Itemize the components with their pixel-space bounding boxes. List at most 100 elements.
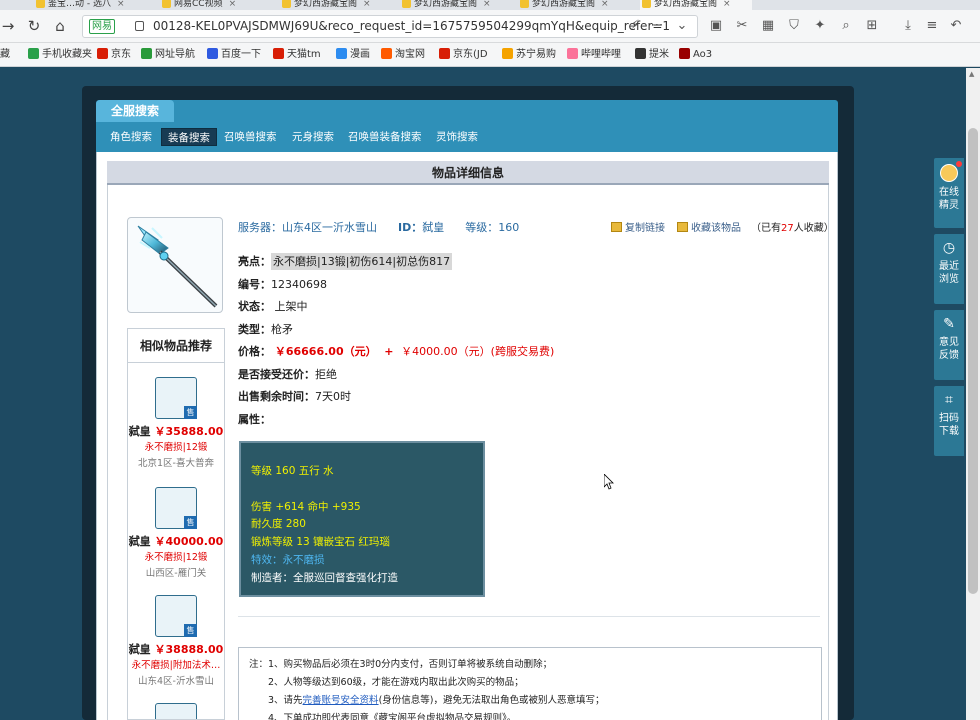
home-icon[interactable]: ⌂ xyxy=(50,16,70,36)
assistant-avatar-icon xyxy=(940,161,962,182)
browser-tab[interactable]: 梦幻西游藏宝阁 × xyxy=(400,0,512,10)
tab-close-icon[interactable]: × xyxy=(483,0,491,9)
bookmark-item[interactable]: 哔哩哔哩 xyxy=(567,47,621,63)
copy-link-button[interactable]: 复制链接 xyxy=(611,222,665,235)
bookmark-icon xyxy=(567,48,578,59)
tab-summon-search[interactable]: 召唤兽搜索 xyxy=(218,128,283,146)
server-label: 服务器： xyxy=(238,221,282,234)
tab-close-icon[interactable]: × xyxy=(601,0,609,9)
level-label: 等级： xyxy=(465,221,499,234)
search-header: 全服搜索 角色搜索 装备搜索 召唤兽搜索 元身搜索 召唤兽装备搜索 灵饰搜索 xyxy=(96,100,838,152)
spear-icon[interactable]: 售 xyxy=(155,377,197,419)
spear-icon[interactable] xyxy=(155,703,197,719)
similar-item[interactable]: 售 弑皇 ￥38888.00 永不磨损|附加法术… 山东4区-沂水雪山 xyxy=(128,587,224,687)
similar-item[interactable]: 售 弑皇 ￥35888.00 永不磨损|12锻 北京1区-喜大普奔 xyxy=(128,371,224,471)
collect-button[interactable]: 收藏该物品 xyxy=(677,222,741,235)
spear-icon[interactable]: 售 xyxy=(155,595,197,637)
shield-icon[interactable]: ⛉ xyxy=(784,16,804,36)
tab-close-icon[interactable]: × xyxy=(117,0,125,9)
similar-item-server: 山西区-雁门关 xyxy=(145,568,207,579)
status-value: 上架中 xyxy=(274,300,308,313)
tab-lingshi-search[interactable]: 灵饰搜索 xyxy=(430,128,484,146)
bookmark-item[interactable]: 淘宝网 xyxy=(381,47,425,63)
similar-item-price: ￥40000.00 xyxy=(154,535,224,548)
address-bar[interactable]: 网易 00128-KEL0PVAJSDMWJ69U&reco_request_i… xyxy=(82,15,698,38)
tab-yuanshen-search[interactable]: 元身搜索 xyxy=(286,128,340,146)
search-icon[interactable]: ⌕ xyxy=(836,16,856,36)
download-icon[interactable]: ⤓ xyxy=(898,16,918,36)
more-dots-icon[interactable]: ⋯ xyxy=(647,16,667,36)
tab-equipment-search[interactable]: 装备搜索 xyxy=(161,128,217,146)
similar-item-server: 山东4区-沂水雪山 xyxy=(138,676,214,687)
highlight-row: 亮点： 永不磨损|13锻|初伤614|初总伤817 xyxy=(238,253,453,270)
bargain-value: 拒绝 xyxy=(315,368,337,381)
sold-badge: 售 xyxy=(184,516,197,529)
game-icon[interactable]: ✦ xyxy=(810,16,830,36)
similar-item-name: 弑皇 xyxy=(128,643,151,656)
chevron-down-icon[interactable]: ⌄ xyxy=(672,16,692,36)
edit-icon: ✎ xyxy=(943,316,955,332)
tab-favicon-icon xyxy=(162,0,171,8)
search-title-tab[interactable]: 全服搜索 xyxy=(96,100,174,122)
scissors-icon[interactable]: ✂ xyxy=(732,16,752,36)
reload-icon[interactable]: ↻ xyxy=(24,16,44,36)
bookmark-item[interactable]: Ao3 xyxy=(679,47,712,63)
bookmark-icon xyxy=(28,48,39,59)
status-row: 状态： 上架中 xyxy=(238,300,308,313)
site-badge: 网易 xyxy=(89,19,115,34)
bookmark-icon xyxy=(502,48,513,59)
account-security-link[interactable]: 完善账号安全资料 xyxy=(303,695,379,706)
bookmark-item[interactable]: 京东 xyxy=(97,47,131,63)
browser-tab[interactable]: 梦幻西游藏宝阁 × xyxy=(518,0,630,10)
bookmark-item[interactable]: 网址导航 xyxy=(141,47,195,63)
tab-close-icon[interactable]: × xyxy=(229,0,237,9)
browser-tab-active[interactable]: 梦幻西游藏宝阁 × xyxy=(640,0,752,10)
similar-items-panel: 相似物品推荐 售 弑皇 ￥35888.00 永不磨损|12锻 北京1区-喜大普奔… xyxy=(127,328,225,720)
back-arrow-icon[interactable]: → xyxy=(0,16,18,36)
similar-item[interactable] xyxy=(128,695,224,719)
vertical-scrollbar[interactable]: ▲ xyxy=(966,68,980,720)
bookmark-item[interactable]: 苏宁易购 xyxy=(502,47,556,63)
undo-icon[interactable]: ↶ xyxy=(946,16,966,36)
recent-browse-button[interactable]: ◷ 最近浏览 xyxy=(934,234,964,304)
extension-icon[interactable]: ▦ xyxy=(758,16,778,36)
menu-icon[interactable]: ≡ xyxy=(922,16,942,36)
bookmark-item[interactable]: 百度一下 xyxy=(207,47,261,63)
tab-role-search[interactable]: 角色搜索 xyxy=(104,128,158,146)
apps-grid-icon[interactable]: ⊞ xyxy=(862,16,882,36)
bookmark-folder[interactable]: 藏 xyxy=(0,47,10,63)
tab-summon-equipment-search[interactable]: 召唤兽装备搜索 xyxy=(342,128,428,146)
bookmark-item[interactable]: 京东(JD xyxy=(439,47,488,63)
tab-close-icon[interactable]: × xyxy=(363,0,371,9)
note-line-4: 4、下单成功即代表同意《藏宝阁平台虚拟物品交易规则》。 xyxy=(268,713,517,720)
spear-icon xyxy=(137,225,218,308)
scan-download-button[interactable]: ⌗ 扫码下载 xyxy=(934,386,964,456)
tab-favicon-icon xyxy=(36,0,45,8)
browser-tab[interactable]: 鉴宝…动 - 选八 × xyxy=(34,0,154,10)
online-assistant-button[interactable]: 在线精灵 xyxy=(934,158,964,228)
level-value: 160 xyxy=(498,221,520,234)
scroll-up-icon[interactable]: ▲ xyxy=(969,70,974,78)
similar-item-price: ￥38888.00 xyxy=(154,643,224,656)
bookmark-item[interactable]: 漫画 xyxy=(336,47,370,63)
similar-item[interactable]: 售 弑皇 ￥40000.00 永不磨损|12锻 山西区-雁门关 xyxy=(128,479,224,579)
similar-item-tags: 永不磨损|12锻 xyxy=(144,552,208,563)
reader-mode-icon[interactable]: ▣ xyxy=(706,16,726,36)
bookmark-item[interactable]: 手机收藏夹 xyxy=(28,47,92,63)
price-value: ￥66666.00（元） xyxy=(274,345,377,358)
browser-tab[interactable]: 梦幻西游藏宝阁 × xyxy=(280,0,392,10)
spear-icon[interactable]: 售 xyxy=(155,487,197,529)
note-line-3: 3、请先完善账号安全资料(身份信息等)，避免无法取出角色或被别人恶意填写； xyxy=(268,695,605,706)
bookmark-item[interactable]: 天猫tm xyxy=(273,47,321,63)
browser-tab[interactable]: 网易CC视频 × xyxy=(160,0,272,10)
scroll-thumb[interactable] xyxy=(968,128,978,594)
tab-close-icon[interactable]: × xyxy=(723,0,731,9)
similar-item-name: 弑皇 xyxy=(128,425,151,438)
remaining-time-value: 7天0时 xyxy=(315,390,351,403)
id-label: ID： xyxy=(397,221,423,234)
lightning-icon[interactable]: ⚡ xyxy=(625,16,645,36)
feedback-button[interactable]: ✎ 意见反馈 xyxy=(934,310,964,380)
bookmark-item[interactable]: 提米 xyxy=(635,47,669,63)
note-line-2: 2、人物等级达到60级，才能在游戏内取出此次购买的物品； xyxy=(268,677,524,688)
similar-item-name: 弑皇 xyxy=(128,535,151,548)
